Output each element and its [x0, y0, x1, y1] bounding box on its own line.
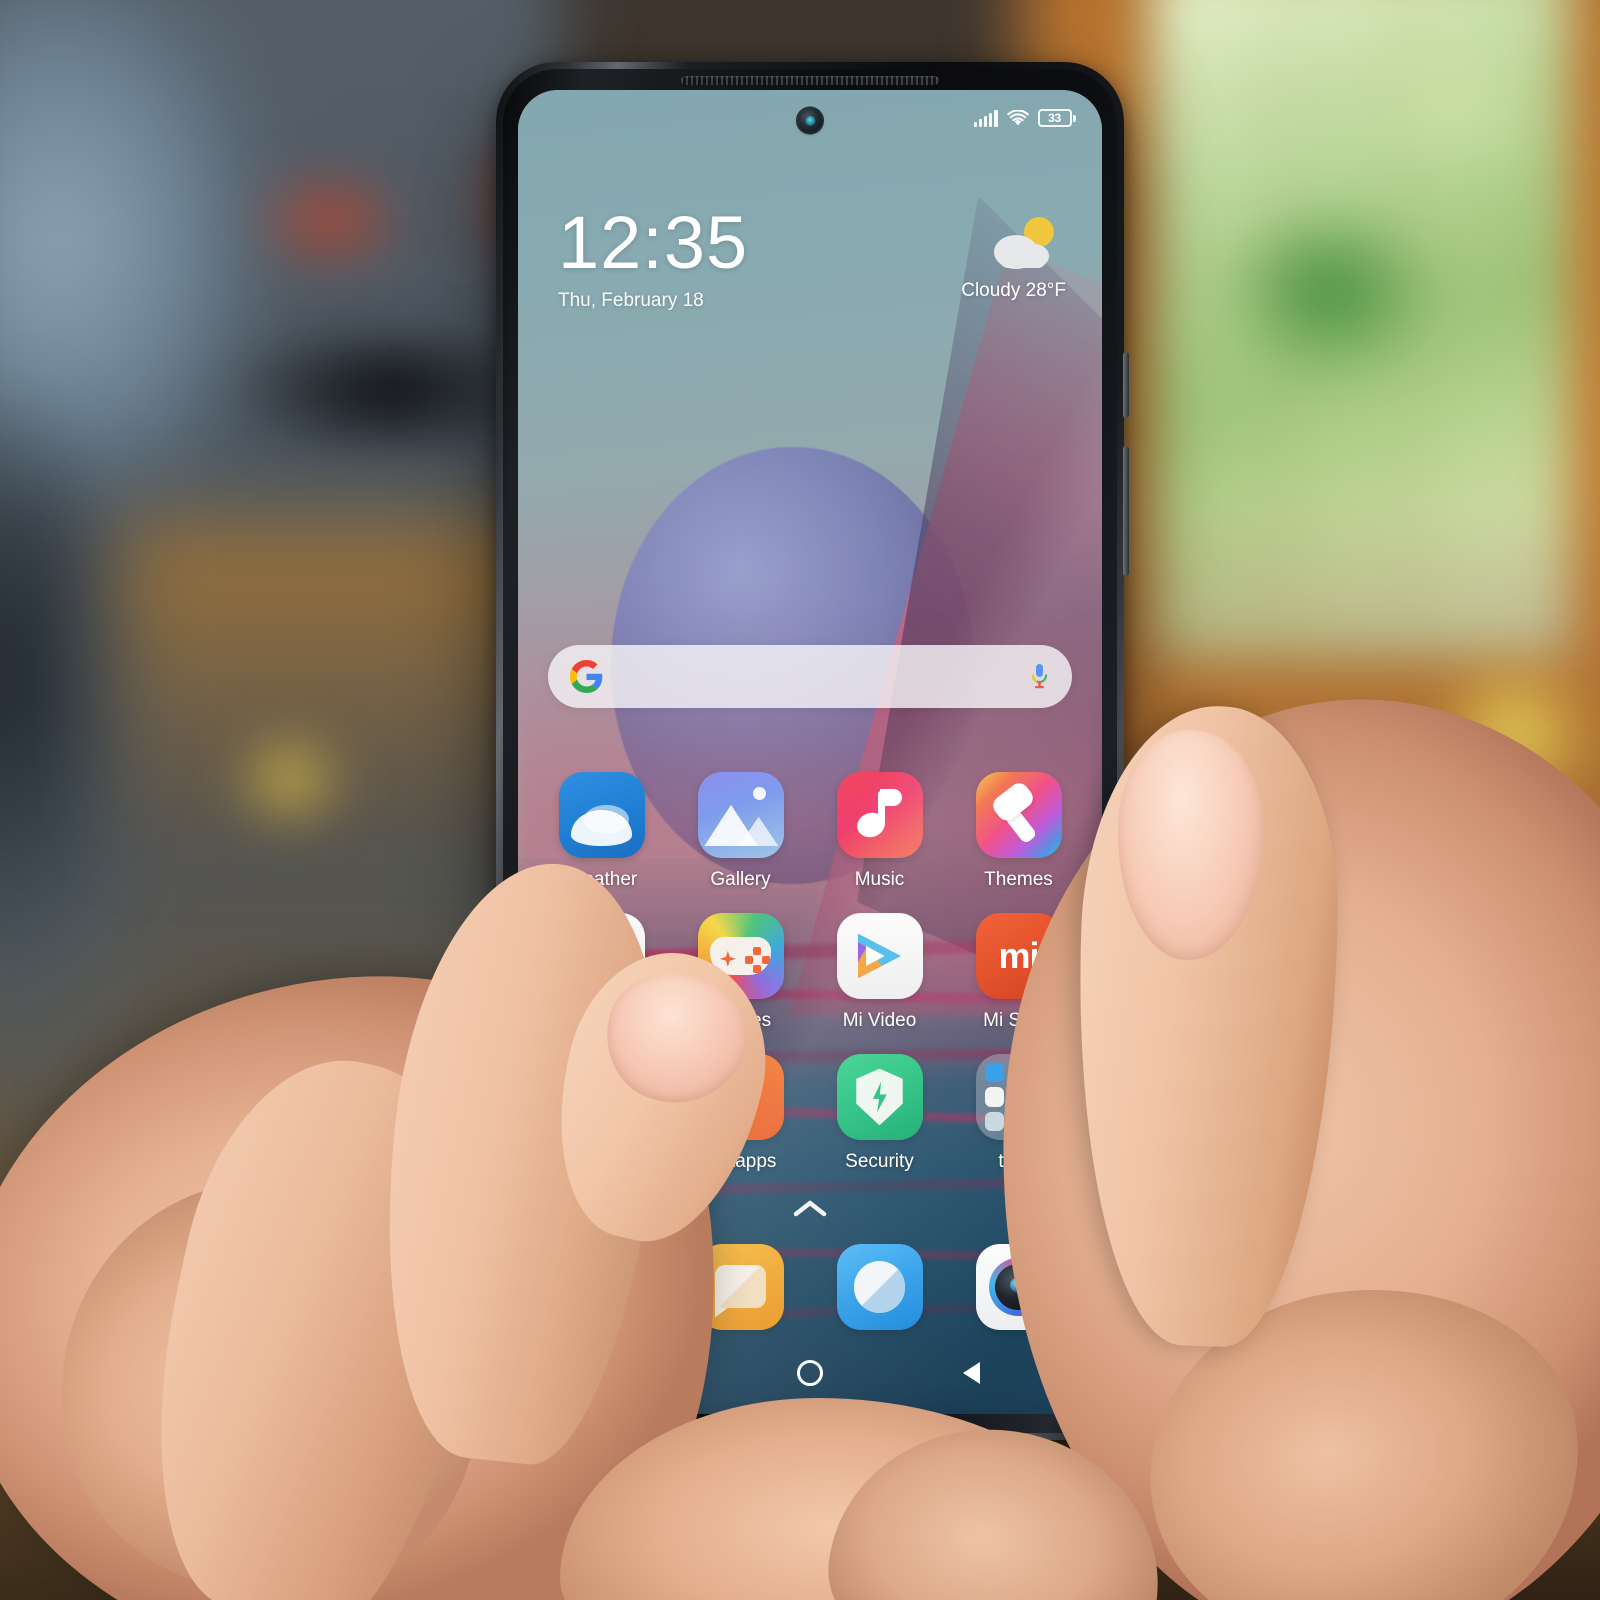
mi-logo-text: mi: [998, 935, 1039, 976]
app-music[interactable]: Music: [810, 750, 949, 891]
app-drawer-arrow[interactable]: [518, 1198, 1102, 1218]
app-row: Settings mi Getapps Security tools: [532, 1032, 1088, 1173]
recents-square-icon[interactable]: [640, 1364, 657, 1382]
app-label: Settings: [567, 1151, 636, 1172]
app-gallery[interactable]: Gallery: [671, 750, 810, 891]
app-security[interactable]: Security: [810, 1032, 949, 1173]
games-app-icon[interactable]: [697, 913, 784, 999]
clock-time: 12:35: [558, 201, 749, 284]
gallery-app-icon[interactable]: [697, 772, 784, 858]
app-label: Getapps: [704, 1151, 777, 1172]
home-circle-icon[interactable]: [797, 1360, 823, 1386]
app-getapps[interactable]: mi Getapps: [671, 1032, 810, 1173]
clock-icon[interactable]: [984, 1087, 1004, 1107]
dock-item-messaging[interactable]: [671, 1244, 810, 1330]
app-label: Themes: [984, 869, 1053, 890]
mail-icon[interactable]: [1033, 1063, 1053, 1083]
mi-video-app-icon[interactable]: [836, 913, 923, 999]
back-triangle-icon[interactable]: [963, 1362, 980, 1384]
calendar-app-icon[interactable]: 星期一 17: [558, 913, 645, 999]
wifi-icon: [1006, 109, 1029, 127]
tools-folder-icon[interactable]: [975, 1054, 1062, 1140]
clock-widget[interactable]: 12:35 Thu, February 18: [558, 201, 749, 312]
app-mi-store[interactable]: mi Mi Store: [949, 891, 1088, 1032]
cellular-signal-icon: [973, 109, 998, 127]
app-calendar[interactable]: 星期一 17 Calendar: [532, 891, 671, 1032]
notes-icon[interactable]: [1008, 1063, 1029, 1083]
getapps-app-icon[interactable]: mi: [697, 1054, 784, 1140]
gear-icon: [575, 1071, 628, 1123]
battery-icon: 33: [1037, 109, 1076, 127]
navigation-bar: [518, 1342, 1102, 1404]
themes-app-icon[interactable]: [975, 772, 1062, 858]
app-label: tools: [998, 1151, 1039, 1172]
app-label: Music: [854, 869, 905, 890]
messaging-app-icon[interactable]: [697, 1244, 784, 1330]
app-tools-folder[interactable]: tools: [949, 1032, 1088, 1173]
app-label: Games: [709, 1010, 772, 1031]
video-icon[interactable]: [1033, 1087, 1053, 1107]
app-label: Weather: [565, 869, 638, 890]
app-row: 星期一 17 Calendar Games Mi Video mi Mi Sto…: [532, 891, 1088, 1032]
battery-level-text: 33: [1048, 111, 1061, 125]
app-label: Security: [845, 1151, 914, 1172]
chevron-up-icon: [793, 1200, 827, 1217]
app-label: Gallery: [710, 869, 771, 890]
microphone-icon[interactable]: [1029, 662, 1050, 692]
calendar-day: 17: [579, 943, 624, 988]
app-grid: Weather Gallery Music Themes 星期一 17 Cale…: [532, 750, 1088, 1173]
browser-app-icon[interactable]: [836, 1244, 923, 1330]
scanner-icon[interactable]: [1033, 1111, 1053, 1131]
app-settings[interactable]: Settings: [532, 1032, 671, 1173]
downloads-icon[interactable]: [1008, 1111, 1029, 1131]
cloudy-sun-icon: [982, 214, 1066, 274]
phone-app-icon[interactable]: [558, 1244, 645, 1330]
clock-date: Thu, February 18: [558, 290, 704, 312]
weather-app-icon[interactable]: [558, 772, 645, 858]
music-app-icon[interactable]: [836, 772, 923, 858]
app-label: Mi Store: [983, 1010, 1054, 1031]
app-themes[interactable]: Themes: [949, 750, 1088, 891]
weather-widget[interactable]: Cloudy 28°F: [961, 214, 1066, 302]
camera-app-icon[interactable]: [975, 1244, 1062, 1330]
front-camera-punch-hole: [797, 108, 823, 133]
app-label: Calendar: [562, 1010, 641, 1031]
mi-logo-text: mi: [724, 1089, 757, 1121]
recorder-icon[interactable]: [1008, 1087, 1029, 1107]
background-window: [1150, 0, 1570, 660]
mi-store-app-icon[interactable]: mi: [975, 913, 1062, 999]
smartphone-device: 33 12:35 Thu, February 18 Cloudy 28°F We…: [496, 62, 1129, 1440]
app-row: Weather Gallery Music Themes: [532, 750, 1088, 891]
dock: [532, 1244, 1088, 1330]
background-yellow-object: [190, 690, 390, 870]
settings-app-icon[interactable]: [558, 1054, 645, 1140]
app-mi-video[interactable]: Mi Video: [810, 891, 949, 1032]
weather-condition-text: Cloudy 28°F: [961, 280, 1066, 301]
app-games[interactable]: Games: [671, 891, 810, 1032]
google-g-icon: [570, 660, 603, 693]
dock-item-browser[interactable]: [810, 1244, 949, 1330]
earpiece-speaker: [681, 76, 939, 85]
app-weather[interactable]: Weather: [532, 750, 671, 891]
background-yellow-cup: [1430, 650, 1600, 820]
contacts-icon[interactable]: [984, 1063, 1004, 1083]
phone-drop-shadow: [470, 1400, 1170, 1490]
security-app-icon[interactable]: [836, 1054, 923, 1140]
search-input[interactable]: [548, 645, 1072, 708]
dock-item-phone[interactable]: [532, 1244, 671, 1330]
compass-icon[interactable]: [984, 1111, 1004, 1131]
volume-rocker-button[interactable]: [1123, 446, 1129, 576]
power-button[interactable]: [1123, 352, 1129, 418]
phone-screen[interactable]: 33 12:35 Thu, February 18 Cloudy 28°F We…: [518, 90, 1102, 1414]
app-label: Mi Video: [842, 1010, 917, 1031]
dock-item-camera[interactable]: [949, 1244, 1088, 1330]
